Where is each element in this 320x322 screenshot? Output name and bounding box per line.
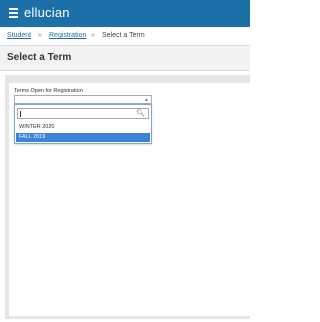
breadcrumb-separator: » [91,32,95,39]
page-title-bar: Select a Term [0,45,250,71]
breadcrumb-student-link[interactable]: Student [7,32,31,39]
app-header: ellucian [0,0,250,27]
breadcrumb-separator: » [38,32,42,39]
terms-label: Terms Open for Registration [14,88,83,94]
term-select[interactable]: ▲ [14,95,152,104]
ellucian-logo[interactable]: ellucian [24,5,70,20]
breadcrumb-registration-link[interactable]: Registration [49,32,86,39]
chevron-down-icon[interactable]: ▲ [144,96,149,104]
term-search-input[interactable]: 🔍︎ [17,108,149,119]
breadcrumb: Student » Registration » Select a Term [0,27,250,45]
search-icon: 🔍︎ [136,110,145,117]
breadcrumb-current: Select a Term [102,32,145,39]
page-title: Select a Term [7,52,72,63]
hamburger-menu-icon[interactable] [9,8,18,18]
text-cursor [20,111,21,117]
term-dropdown: 🔍︎ WINTER 2020 FALL 2019 [14,104,152,144]
term-option-winter-2020[interactable]: WINTER 2020 [16,123,150,132]
term-option-fall-2019[interactable]: FALL 2019 [16,133,150,142]
